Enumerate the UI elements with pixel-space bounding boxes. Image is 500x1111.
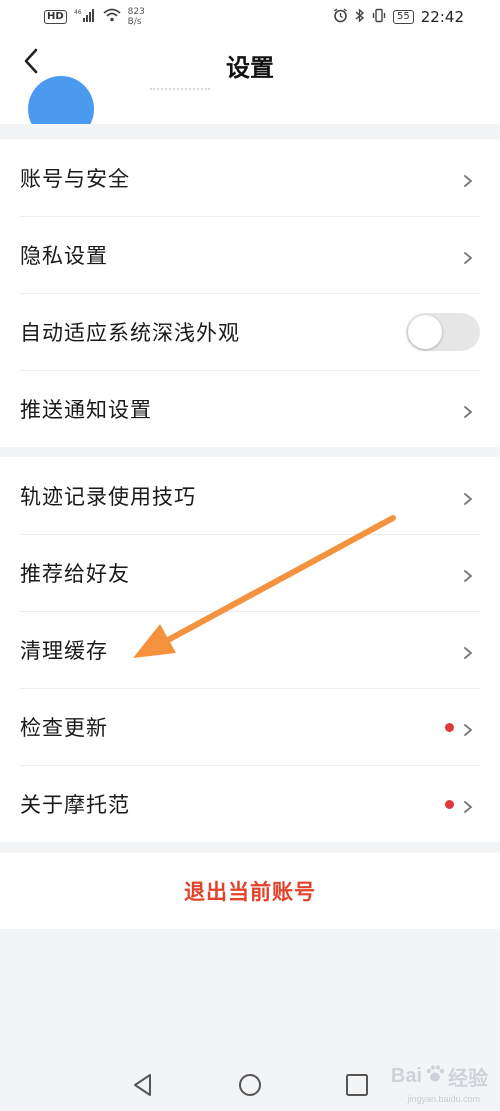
clock: 22:42 <box>420 8 464 26</box>
about-badge <box>445 799 454 809</box>
status-left: HD 46 823 B/s <box>44 7 145 27</box>
alarm-icon <box>333 7 348 27</box>
settings-row-clear-cache[interactable]: 清理缓存 <box>0 611 500 688</box>
row-label: 隐私设置 <box>20 243 108 268</box>
row-label: 自动适应系统深浅外观 <box>20 320 240 345</box>
watermark-url: jingyan.baidu.com <box>407 1094 480 1104</box>
row-label: 推荐给好友 <box>20 561 130 586</box>
nav-back-icon[interactable] <box>128 1070 158 1100</box>
chevron-right-icon <box>462 403 474 418</box>
watermark-brand: Bai <box>390 1065 422 1087</box>
dark-mode-toggle[interactable] <box>406 312 480 351</box>
chevron-right-icon <box>462 249 474 264</box>
update-badge <box>445 722 454 732</box>
settings-row-recommend-friends[interactable]: 推荐给好友 <box>0 534 500 611</box>
nav-recents-icon[interactable] <box>342 1070 372 1100</box>
paw-icon <box>424 1063 446 1091</box>
row-label: 推送通知设置 <box>20 397 152 422</box>
row-label: 检查更新 <box>20 715 108 740</box>
logout-button[interactable]: 退出当前账号 <box>0 853 500 929</box>
row-label: 关于摩托范 <box>20 792 130 817</box>
speed-unit: B/s <box>127 17 142 27</box>
settings-row-push-notifications[interactable]: 推送通知设置 <box>0 370 500 447</box>
toggle-knob <box>408 314 442 349</box>
bluetooth-icon <box>355 7 365 27</box>
svg-text:46: 46 <box>74 9 82 16</box>
baidu-watermark: Bai 经验 <box>391 1062 488 1091</box>
settings-row-auto-dark-mode: 自动适应系统深浅外观 <box>0 293 500 370</box>
settings-row-privacy[interactable]: 隐私设置 <box>0 216 500 293</box>
watermark-brand-cn: 经验 <box>448 1068 488 1090</box>
status-right: 55 22:42 <box>333 7 464 27</box>
hd-indicator: HD <box>44 10 67 24</box>
network-speed: 823 B/s <box>128 7 145 27</box>
speed-value: 823 <box>127 7 145 17</box>
row-label: 轨迹记录使用技巧 <box>20 484 196 509</box>
chevron-right-icon <box>462 798 474 813</box>
avatar[interactable] <box>28 76 94 124</box>
status-bar: HD 46 823 B/s 55 22:42 <box>0 0 500 34</box>
wifi-icon <box>103 8 121 26</box>
settings-row-about[interactable]: 关于摩托范 <box>0 765 500 842</box>
chevron-right-icon <box>462 721 474 736</box>
settings-group-account: 账号与安全 隐私设置 自动适应系统深浅外观 推送通知设置 <box>0 139 500 447</box>
page-title: 设置 <box>226 54 274 82</box>
settings-group-general: 轨迹记录使用技巧 推荐给好友 清理缓存 检查更新 关于摩托范 <box>0 457 500 842</box>
username-placeholder <box>150 88 210 96</box>
row-label: 清理缓存 <box>20 638 108 663</box>
settings-row-account-security[interactable]: 账号与安全 <box>0 139 500 216</box>
header: 设置 <box>0 34 500 124</box>
row-label: 账号与安全 <box>20 166 130 191</box>
chevron-right-icon <box>462 172 474 187</box>
chevron-right-icon <box>462 644 474 659</box>
settings-row-track-tips[interactable]: 轨迹记录使用技巧 <box>0 457 500 534</box>
logout-label: 退出当前账号 <box>184 880 316 904</box>
cell-signal-icon: 46 <box>74 8 96 26</box>
settings-row-check-update[interactable]: 检查更新 <box>0 688 500 765</box>
chevron-right-icon <box>462 490 474 505</box>
vibrate-icon <box>372 8 386 27</box>
chevron-right-icon <box>462 567 474 582</box>
nav-home-icon[interactable] <box>235 1070 265 1100</box>
battery-indicator: 55 <box>393 10 414 24</box>
